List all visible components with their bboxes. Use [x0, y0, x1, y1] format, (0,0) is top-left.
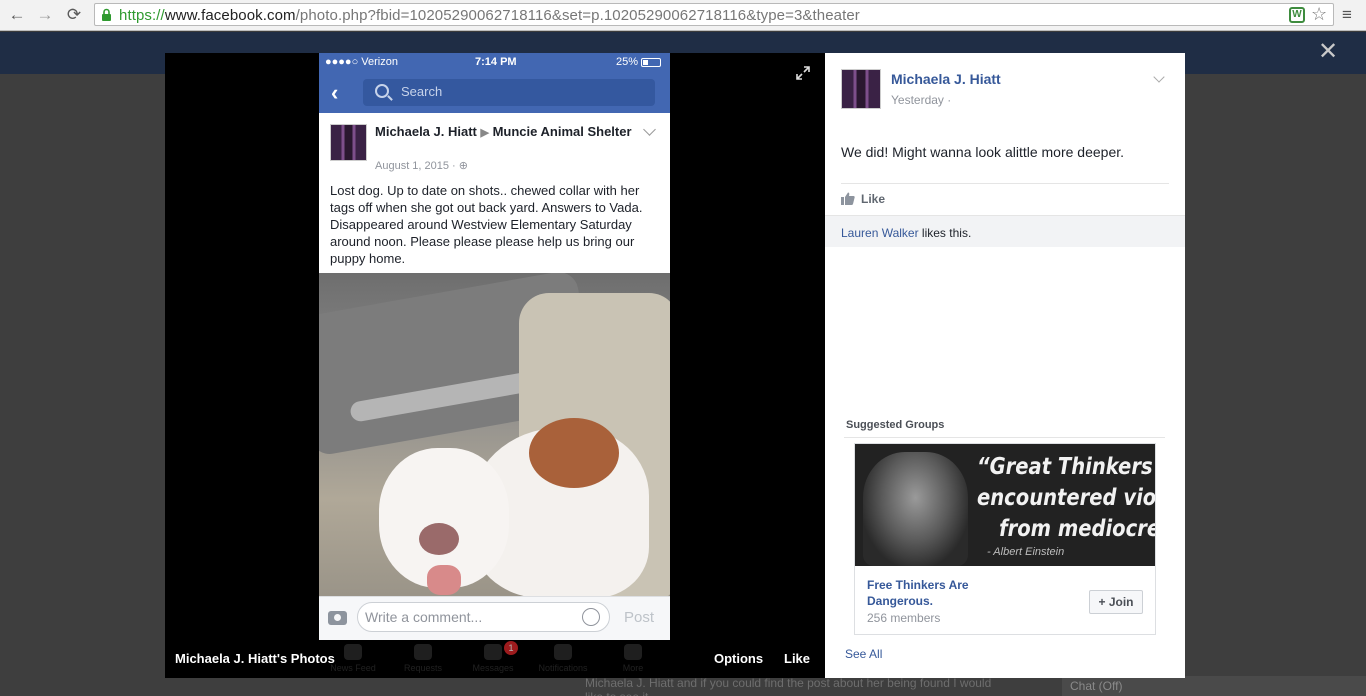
background-feed-text: Michaela J. Hiatt and if you could find …: [585, 676, 992, 696]
battery-icon: [641, 58, 661, 67]
back-button[interactable]: ←: [6, 5, 28, 25]
divider: [844, 437, 1165, 438]
dog-tongue: [427, 565, 461, 595]
browser-toolbar: ← → ⟳ https://www.facebook.com/photo.php…: [0, 0, 1366, 31]
options-button[interactable]: Options: [714, 651, 763, 666]
photo-album-link[interactable]: Michaela J. Hiatt's Photos: [175, 651, 335, 666]
camera-icon: [328, 611, 347, 625]
tab-label: Notifications: [538, 663, 588, 673]
avatar[interactable]: [841, 69, 881, 109]
thumbs-up-icon[interactable]: [841, 192, 855, 205]
dog-photo: [319, 273, 670, 596]
tab-label: Requests: [403, 663, 443, 673]
search-icon: [375, 84, 389, 98]
tab-notifications: Notifications: [538, 644, 588, 673]
close-theater-icon[interactable]: ✕: [1318, 40, 1338, 64]
quote-line: from mediocre: [999, 516, 1155, 542]
phone-search-box: Search: [363, 79, 655, 106]
quote-line: encountered violen: [977, 485, 1155, 511]
liker-link[interactable]: Lauren Walker: [841, 226, 919, 240]
post-date: August 1, 2015 · ⊕: [375, 160, 468, 172]
address-bar[interactable]: https://www.facebook.com/photo.php?fbid=…: [94, 3, 1334, 26]
tab-label: More: [622, 663, 644, 673]
url-path: /photo.php?fbid=10205290062718116&set=p.…: [295, 7, 860, 24]
chat-bar[interactable]: Chat (Off): [1062, 676, 1366, 696]
phone-comment-field: Write a comment...: [357, 602, 610, 632]
reload-button[interactable]: ⟳: [63, 5, 85, 25]
chevron-down-icon[interactable]: [1153, 71, 1165, 83]
cover-quote: “Great Thinkers ha encountered violen fr…: [977, 452, 1155, 545]
tab-label: Messages: [472, 663, 514, 673]
phone-status-bar: ●●●●○ Verizon 7:14 PM 25%: [319, 53, 670, 73]
browser-menu-icon[interactable]: ≡: [1342, 5, 1352, 25]
theater-like-button[interactable]: Like: [784, 651, 810, 666]
bookmark-star-icon[interactable]: ☆: [1311, 4, 1327, 25]
post-text: Lost dog. Up to date on shots.. chewed c…: [330, 183, 643, 266]
einstein-portrait: [863, 452, 968, 566]
group-name-link[interactable]: Free Thinkers Are Dangerous.: [867, 577, 1017, 609]
tab-label: News Feed: [330, 663, 376, 673]
phone-app-bar: ‹ Search: [319, 73, 670, 113]
divider: [841, 183, 1169, 184]
chevron-left-icon: ‹: [331, 80, 339, 105]
fullscreen-icon[interactable]: [796, 66, 810, 80]
tab-requests: Requests: [398, 644, 448, 673]
post-author-line: Michaela J. Hiatt ▶ Muncie Animal Shelte…: [375, 124, 635, 141]
phone-search-placeholder: Search: [401, 84, 443, 99]
suggested-groups-heading: Suggested Groups: [846, 419, 945, 431]
post-author: Michaela J. Hiatt: [375, 124, 477, 139]
likes-summary: Lauren Walker likes this.: [825, 215, 1185, 247]
group-member-count: 256 members: [867, 611, 941, 625]
quote-line: “Great Thinkers ha: [977, 454, 1155, 480]
group-cover-image[interactable]: “Great Thinkers ha encountered violen fr…: [855, 444, 1155, 566]
photo-sidebar: Michaela J. Hiatt Yesterday · We did! Mi…: [825, 53, 1185, 678]
phone-post-label: Post: [624, 609, 655, 626]
see-all-link[interactable]: See All: [845, 647, 882, 661]
forward-button[interactable]: →: [34, 5, 56, 25]
quote-author: - Albert Einstein: [987, 546, 1065, 558]
arrow-icon: ▶: [480, 127, 489, 139]
join-group-button[interactable]: + Join: [1089, 590, 1143, 614]
chevron-down-icon: [643, 123, 656, 136]
battery-text: 25%: [616, 56, 639, 68]
url-text: https://www.facebook.com/photo.php?fbid=…: [119, 7, 860, 24]
avatar: [330, 124, 367, 161]
url-scheme: https://: [119, 7, 165, 24]
phone-time: 7:14 PM: [475, 56, 517, 68]
smiley-icon: [582, 608, 600, 626]
tab-more: More: [608, 644, 658, 673]
phone-screenshot: ●●●●○ Verizon 7:14 PM 25% ‹ Search Micha…: [319, 53, 670, 640]
post-target: Muncie Animal Shelter: [492, 124, 632, 139]
tab-news-feed: News Feed: [328, 644, 378, 673]
phone-comment-bar: Write a comment... Post: [319, 596, 670, 640]
likes-suffix: likes this.: [918, 226, 972, 240]
phone-post-header: Michaela J. Hiatt ▶ Muncie Animal Shelte…: [319, 113, 670, 273]
dog-nose: [419, 523, 459, 555]
sidebar-message: We did! Might wanna look alittle more de…: [841, 144, 1125, 160]
sidebar-author-link[interactable]: Michaela J. Hiatt: [891, 71, 1001, 87]
suggested-group-card: “Great Thinkers ha encountered violen fr…: [854, 443, 1156, 635]
messages-badge: 1: [504, 641, 518, 655]
carrier-text: ●●●●○ Verizon: [325, 56, 398, 68]
url-host: www.facebook.com: [164, 7, 296, 24]
sidebar-timestamp[interactable]: Yesterday ·: [891, 93, 951, 107]
sidebar-like-button[interactable]: Like: [861, 192, 885, 206]
lock-icon: [102, 8, 111, 21]
dog-spot: [529, 418, 619, 488]
phone-tab-bar-ghost: News Feed Requests Messages Notification…: [320, 640, 671, 678]
extension-icon[interactable]: W: [1289, 7, 1305, 23]
